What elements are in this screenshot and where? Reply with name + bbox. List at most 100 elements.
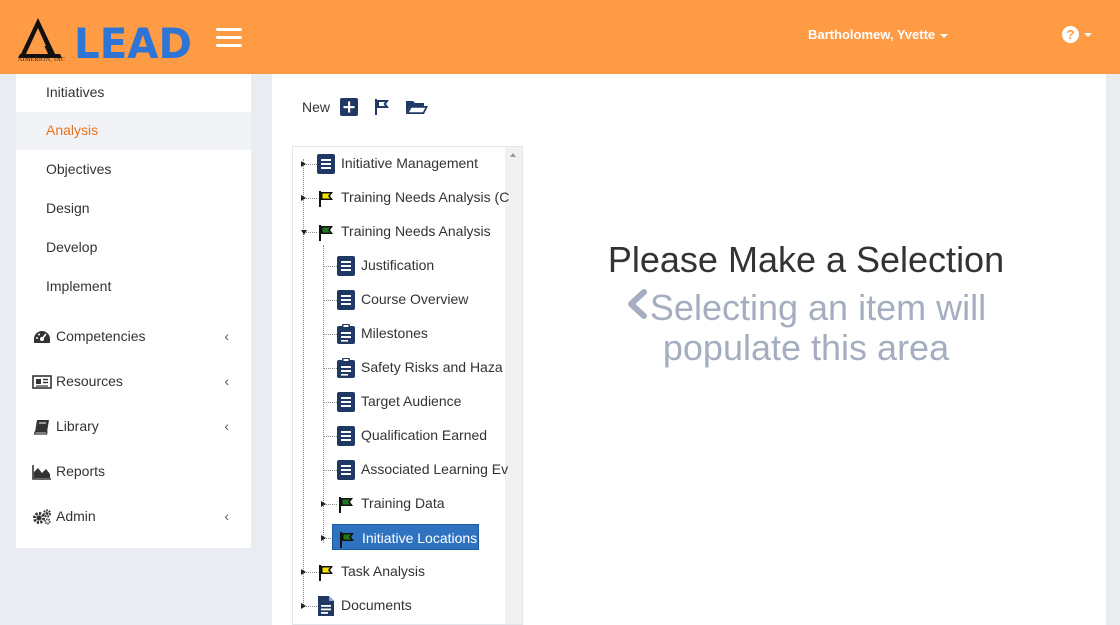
sidebar-item-label: Reports (56, 463, 106, 479)
sidebar-item-initiatives[interactable]: Initiatives (16, 74, 251, 112)
tree-expand-toggle[interactable] (321, 501, 326, 507)
plus-icon (340, 98, 359, 116)
sidebar-item-reports[interactable]: Reports (16, 449, 251, 493)
flag-green-icon (317, 222, 335, 242)
book-icon (32, 419, 52, 435)
sidebar-item-label: Resources (56, 373, 123, 389)
flag-green-icon (338, 529, 356, 549)
user-name: Bartholomew, Yvette (808, 27, 936, 42)
sidebar-item-implement[interactable]: Implement (16, 268, 251, 306)
sidebar-item-label: Develop (46, 239, 98, 255)
add-flag-button[interactable] (373, 98, 391, 116)
help-menu[interactable]: ? (1062, 26, 1092, 44)
list-icon (337, 426, 355, 446)
empty-selection-message: Please Make a Selection Selecting an ite… (524, 234, 1088, 368)
clipboard-icon (337, 358, 355, 378)
flag-green-icon (337, 494, 355, 514)
company-name: AIMERION, INC (18, 57, 66, 63)
hamburger-icon[interactable] (216, 28, 242, 48)
tree-expand-toggle[interactable] (321, 535, 326, 541)
toolbar: New (302, 98, 439, 120)
sidebar-item-analysis[interactable]: Analysis (16, 112, 251, 150)
flag-yellow-icon (317, 562, 335, 582)
sidebar: Initiatives Analysis Objectives Design D… (16, 74, 251, 548)
tree-node-label: Initiative Management (341, 155, 478, 171)
placeholder-title: Please Make a Selection (607, 239, 1005, 280)
sidebar-item-label: Design (46, 200, 90, 216)
sidebar-item-objectives[interactable]: Objectives (16, 151, 251, 189)
tree-connector (303, 159, 304, 605)
newspaper-icon (32, 374, 52, 390)
top-navbar: LEAD AIMERION, INC Bartholomew, Yvette ? (0, 0, 1120, 74)
tree-node-label: Task Analysis (341, 563, 426, 579)
sidebar-item-label: Competencies (56, 328, 146, 344)
tree-expand-toggle[interactable] (301, 161, 306, 167)
tree-connector (323, 245, 324, 543)
placeholder-subtitle-line1: Selecting an item will (649, 287, 987, 328)
brand-text: LEAD (74, 19, 192, 60)
clipboard-icon (337, 324, 355, 344)
list-icon (337, 460, 355, 480)
flag-yellow-icon (317, 188, 335, 208)
tree-connector (323, 436, 337, 437)
tree-node-label: Training Needs Analysis (341, 223, 491, 239)
tree-connector (323, 334, 337, 335)
area-chart-icon (32, 464, 52, 481)
list-icon (337, 256, 355, 276)
sidebar-item-label: Admin (56, 508, 96, 524)
add-button[interactable] (340, 98, 359, 116)
sidebar-item-label: Analysis (46, 122, 99, 138)
document-icon (317, 596, 335, 616)
sidebar-item-admin[interactable]: Admin ‹ (16, 494, 251, 538)
tree-node-label: Initiative Locations (362, 530, 478, 546)
help-icon: ? (1062, 26, 1079, 44)
new-label: New (302, 99, 331, 115)
tree-node-label: Justification (361, 257, 435, 273)
sidebar-item-develop[interactable]: Develop (16, 229, 251, 267)
chevron-left-icon: ‹ (224, 373, 229, 389)
chevron-left-icon (626, 287, 648, 327)
sidebar-item-label: Objectives (46, 161, 112, 177)
tree-connector (323, 402, 337, 403)
tree-node-label: Target Audience (361, 393, 462, 409)
tree-expand-toggle[interactable] (301, 603, 306, 609)
sidebar-item-competencies[interactable]: Competencies ‹ (16, 314, 251, 358)
tree-node-label: Milestones (361, 325, 428, 341)
tree-node-label: Documents (341, 597, 412, 613)
chevron-left-icon: ‹ (224, 328, 229, 344)
placeholder-subtitle-line2: populate this area (662, 327, 950, 368)
list-icon (317, 154, 335, 174)
caret-down-icon (940, 33, 949, 38)
tree-node-label: Safety Risks and Haza (361, 359, 503, 375)
tree-connector (323, 300, 337, 301)
sidebar-item-label: Library (56, 418, 99, 434)
list-icon (337, 392, 355, 412)
list-icon (337, 290, 355, 310)
initiative-tree[interactable]: Initiative Management Training Needs Anal… (292, 146, 523, 625)
tree-node[interactable]: Initiative Locations (332, 524, 479, 550)
tree-node-label: Training Needs Analysis (C (341, 189, 510, 205)
tree-node-label: Training Data (361, 495, 445, 511)
sidebar-item-library[interactable]: Library ‹ (16, 404, 251, 448)
flag-icon (374, 99, 389, 115)
tree-expand-toggle[interactable] (301, 569, 306, 575)
chevron-left-icon: ‹ (224, 508, 229, 524)
sidebar-item-resources[interactable]: Resources ‹ (16, 359, 251, 403)
dashboard-icon (32, 329, 52, 345)
tree-collapse-toggle[interactable] (301, 230, 307, 235)
sidebar-item-label: Implement (46, 278, 112, 294)
scroll-up-arrow-icon[interactable] (510, 153, 516, 157)
user-menu[interactable]: Bartholomew, Yvette (808, 27, 949, 42)
tree-connector (323, 368, 337, 369)
sidebar-item-label: Initiatives (46, 84, 105, 100)
placeholder-subtitle: Selecting an item will populate this are… (524, 288, 1088, 368)
sidebar-item-design[interactable]: Design (16, 190, 251, 228)
tree-node-label: Associated Learning Ev (361, 461, 509, 477)
open-folder-button[interactable] (405, 98, 429, 116)
tree-scrollbar[interactable] (505, 147, 522, 624)
caret-down-icon (1084, 32, 1092, 37)
tree-connector (323, 470, 337, 471)
tree-expand-toggle[interactable] (301, 195, 306, 201)
tree-node-label: Course Overview (361, 291, 469, 307)
tree-connector (323, 266, 337, 267)
